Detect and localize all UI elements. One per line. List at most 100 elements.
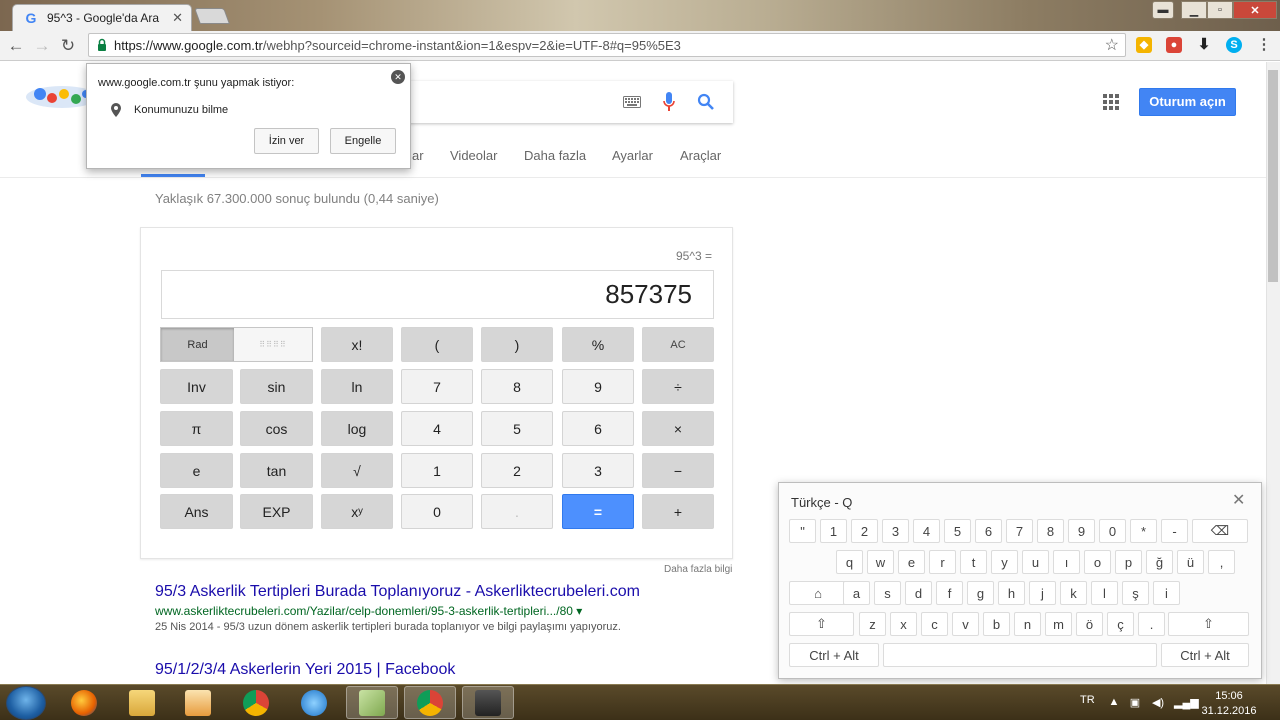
key-row3[interactable]: k (1060, 581, 1087, 605)
result-title-link[interactable]: 95/3 Askerlik Tertipleri Burada Toplanıy… (155, 583, 640, 601)
key-row1[interactable]: 3 (882, 519, 909, 543)
skype-icon[interactable]: S (1226, 37, 1242, 53)
key-row3[interactable]: l (1091, 581, 1118, 605)
key-row3[interactable]: h (998, 581, 1025, 605)
key-row1[interactable]: 8 (1037, 519, 1064, 543)
key-row1[interactable]: 6 (975, 519, 1002, 543)
volume-icon[interactable]: ◀) (1151, 696, 1165, 709)
key-row3[interactable]: g (967, 581, 994, 605)
e-key[interactable]: e (160, 453, 233, 488)
browser-tab-active[interactable]: G 95^3 - Google'da Ara ✕ (12, 4, 192, 31)
key-row4[interactable]: . (1138, 612, 1165, 636)
rad-button[interactable]: Rad (161, 328, 234, 361)
key-row2[interactable]: e (898, 550, 925, 574)
inverse-key[interactable]: Inv (160, 369, 233, 404)
key-row1[interactable]: 0 (1099, 519, 1126, 543)
keyboard-close-icon[interactable]: ✕ (1232, 490, 1245, 510)
close-window-button[interactable]: ✕ (1233, 1, 1277, 19)
deg-button[interactable]: ⠿⠿⠿⠿ (234, 328, 312, 361)
equals-key[interactable]: = (562, 494, 634, 529)
key-row3[interactable]: d (905, 581, 932, 605)
more-info-link[interactable]: Daha fazla bilgi (664, 564, 732, 575)
key-row4[interactable]: x (890, 612, 917, 636)
key-row1[interactable]: * (1130, 519, 1157, 543)
search-input[interactable] (405, 81, 733, 123)
divide-key[interactable]: ÷ (642, 369, 714, 404)
chrome-icon[interactable] (230, 686, 282, 719)
key-row4[interactable]: ç (1107, 612, 1134, 636)
internet-explorer-icon[interactable] (288, 686, 340, 719)
chrome-extension-icon[interactable]: ● (1166, 37, 1182, 53)
sin-key[interactable]: sin (240, 369, 313, 404)
key-row4[interactable]: b (983, 612, 1010, 636)
key-row2[interactable]: o (1084, 550, 1111, 574)
video-recorder-icon[interactable] (462, 686, 514, 719)
media-player-icon[interactable] (172, 686, 224, 719)
minimize-button[interactable]: ▁ (1181, 1, 1207, 19)
forward-arrow-icon[interactable]: → (32, 36, 52, 56)
ctrl-alt-right-key[interactable]: Ctrl + Alt (1161, 643, 1249, 667)
key-row3[interactable]: i (1153, 581, 1180, 605)
ans-key[interactable]: Ans (160, 494, 233, 529)
key-row4[interactable]: c (921, 612, 948, 636)
network-icon[interactable]: ▂▄▆ (1174, 696, 1199, 709)
key-row4[interactable]: n (1014, 612, 1041, 636)
key-row2[interactable]: y (991, 550, 1018, 574)
key-row2[interactable]: ğ (1146, 550, 1173, 574)
key-row1[interactable]: 2 (851, 519, 878, 543)
key-row3[interactable]: s (874, 581, 901, 605)
open-paren-key[interactable]: ( (401, 327, 473, 362)
microphone-icon[interactable] (663, 92, 675, 112)
digit-0-key[interactable]: 0 (401, 494, 473, 529)
keyboard-icon[interactable] (623, 96, 641, 108)
all-clear-key[interactable]: AC (642, 327, 714, 362)
allow-button[interactable]: İzin ver (254, 128, 319, 154)
key-row3[interactable]: j (1029, 581, 1056, 605)
space-key[interactable] (883, 643, 1157, 667)
percent-key[interactable]: % (562, 327, 634, 362)
key-row4[interactable]: v (952, 612, 979, 636)
key-row1[interactable]: 5 (944, 519, 971, 543)
backspace-key[interactable]: ⌫ (1192, 519, 1248, 543)
power-key[interactable]: xʸ (321, 494, 393, 529)
close-icon[interactable]: ✕ (391, 70, 405, 84)
tab-videos[interactable]: Videolar (450, 148, 497, 163)
sqrt-key[interactable]: √ (321, 453, 393, 488)
digit-5-key[interactable]: 5 (481, 411, 553, 446)
key-row1[interactable]: " (789, 519, 816, 543)
extension-icon[interactable]: ◆ (1136, 37, 1152, 53)
digit-2-key[interactable]: 2 (481, 453, 553, 488)
key-row2[interactable]: , (1208, 550, 1235, 574)
power-icon[interactable]: ▣ (1128, 696, 1142, 709)
notes-app-icon[interactable] (346, 686, 398, 719)
key-row3[interactable]: ş (1122, 581, 1149, 605)
digit-8-key[interactable]: 8 (481, 369, 553, 404)
tab-partial[interactable]: ar (412, 148, 424, 163)
tan-key[interactable]: tan (240, 453, 313, 488)
digit-7-key[interactable]: 7 (401, 369, 473, 404)
key-row2[interactable]: t (960, 550, 987, 574)
language-indicator[interactable]: TR (1080, 694, 1095, 706)
key-row2[interactable]: p (1115, 550, 1142, 574)
key-row1[interactable]: 9 (1068, 519, 1095, 543)
shift-left-key[interactable]: ⇧ (789, 612, 854, 636)
key-row2[interactable]: w (867, 550, 894, 574)
plus-key[interactable]: + (642, 494, 714, 529)
maximize-button[interactable]: ▫ (1207, 1, 1233, 19)
profile-icon[interactable]: ▬ (1152, 1, 1174, 19)
scrollbar-thumb[interactable] (1268, 70, 1278, 282)
close-paren-key[interactable]: ) (481, 327, 553, 362)
tab-close-icon[interactable]: ✕ (172, 10, 183, 26)
key-row4[interactable]: z (859, 612, 886, 636)
firefox-icon[interactable] (58, 686, 110, 719)
cos-key[interactable]: cos (240, 411, 313, 446)
file-explorer-icon[interactable] (116, 686, 168, 719)
digit-4-key[interactable]: 4 (401, 411, 473, 446)
menu-icon[interactable]: ⋮ (1256, 37, 1272, 53)
digit-9-key[interactable]: 9 (562, 369, 634, 404)
key-row3[interactable]: f (936, 581, 963, 605)
digit-1-key[interactable]: 1 (401, 453, 473, 488)
key-row1[interactable]: 4 (913, 519, 940, 543)
key-row2[interactable]: q (836, 550, 863, 574)
key-row1[interactable]: 1 (820, 519, 847, 543)
